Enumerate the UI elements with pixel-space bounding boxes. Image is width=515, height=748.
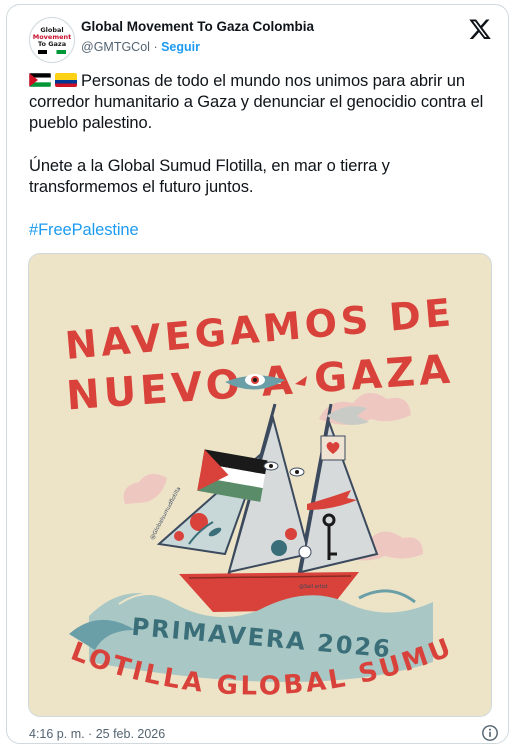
tweet-paragraph-1-text: Personas de todo el mundo nos unimos par… [29, 72, 484, 132]
hashtag-link[interactable]: #FreePalestine [29, 221, 139, 239]
follow-button[interactable]: Seguir [161, 40, 200, 54]
handle-row: @GMTGCol · Seguir [81, 40, 314, 54]
tweet-card[interactable]: Global Movement To Gaza Global Movement … [6, 4, 509, 744]
author-name[interactable]: Global Movement To Gaza Colombia [81, 19, 314, 34]
poster-hull-credit: @Sail artist [299, 584, 328, 590]
tweet-text: Personas de todo el mundo nos unimos par… [29, 71, 499, 241]
poster-artwork: NAVEGAMOS DE NUEVO A GAZA @Globalsumudfl… [29, 254, 491, 716]
handle-separator: · [153, 40, 158, 54]
tweet-paragraph-2: Únete a la Global Sumud Flotilla, en mar… [29, 157, 390, 196]
avatar-flag-stripe [38, 49, 66, 54]
author-block: Global Movement To Gaza Colombia @GMTGCo… [81, 19, 314, 54]
palestine-flag-icon [29, 73, 51, 87]
avatar[interactable]: Global Movement To Gaza [29, 17, 75, 63]
info-icon[interactable] [481, 724, 499, 742]
colombia-flag-icon [55, 73, 77, 87]
tweet-paragraph-1: Personas de todo el mundo nos unimos par… [29, 71, 499, 134]
tweet-footer: 4:16 p. m. · 25 feb. 2026 [29, 725, 499, 743]
tweet-media-image[interactable]: NAVEGAMOS DE NUEVO A GAZA @Globalsumudfl… [28, 253, 492, 717]
author-handle[interactable]: @GMTGCol [81, 40, 150, 54]
x-logo-icon[interactable] [468, 17, 492, 41]
tweet-header: Global Movement To Gaza Global Movement … [7, 5, 508, 71]
tweet-timestamp[interactable]: 4:16 p. m. · 25 feb. 2026 [29, 727, 165, 741]
avatar-line-3: To Gaza [37, 39, 67, 48]
